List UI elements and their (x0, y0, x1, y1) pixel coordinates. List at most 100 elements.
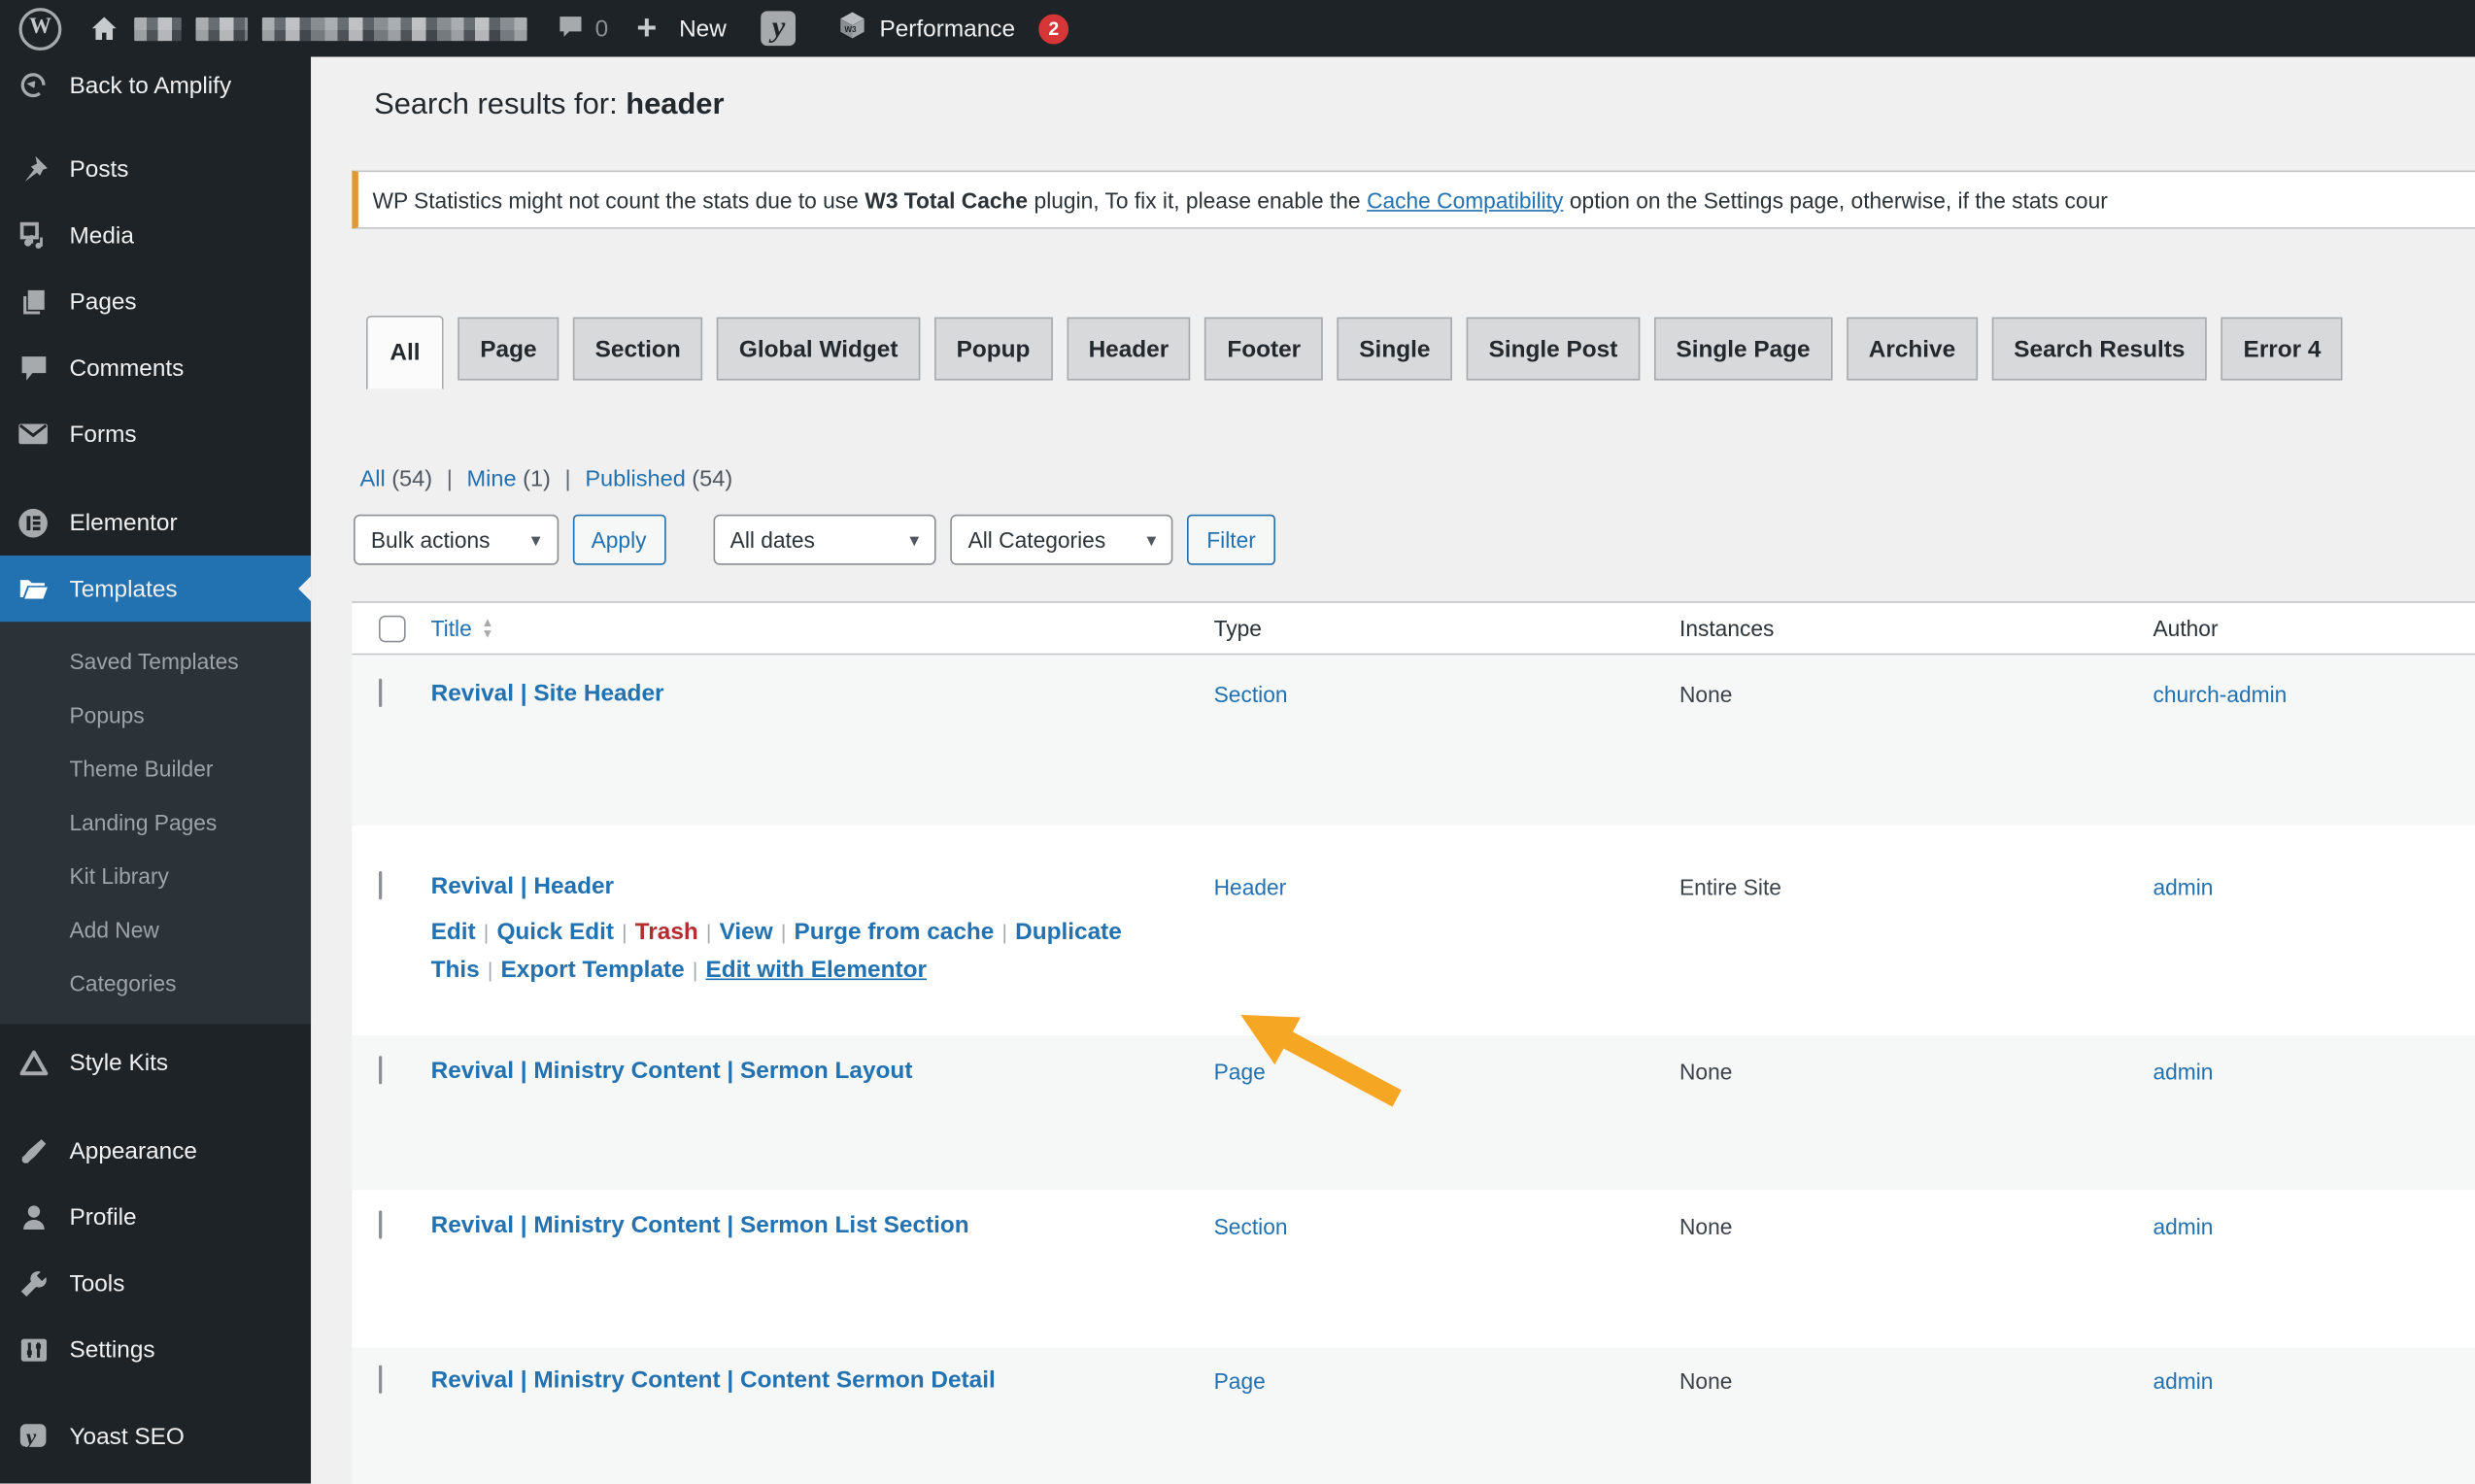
categories-select[interactable]: All Categories (950, 514, 1174, 565)
tab-single-post[interactable]: Single Post (1466, 317, 1641, 381)
select-all-checkbox[interactable] (379, 614, 406, 642)
sidebar-item-back-to-amplify[interactable]: Back to Amplify (0, 57, 311, 115)
author-link[interactable]: admin (2153, 1059, 2214, 1084)
wrench-icon (17, 1267, 50, 1299)
tab-archive[interactable]: Archive (1846, 317, 1978, 381)
column-author: Author (2153, 615, 2219, 641)
sidebar-item-appearance[interactable]: Appearance (0, 1118, 311, 1184)
author-link[interactable]: admin (2153, 874, 2214, 899)
tab-single[interactable]: Single (1337, 317, 1453, 381)
submenu-item-saved-templates[interactable]: Saved Templates (0, 634, 311, 688)
svg-text:y: y (23, 1424, 37, 1449)
action-edit-with-elementor[interactable]: Edit with Elementor (705, 957, 927, 984)
tab-section[interactable]: Section (572, 317, 703, 381)
sidebar-item-comments[interactable]: Comments (0, 335, 311, 401)
wordpress-logo-icon[interactable]: W (18, 7, 62, 51)
tab-error-404[interactable]: Error 4 (2221, 317, 2344, 381)
envelope-icon (17, 419, 50, 451)
tab-header[interactable]: Header (1066, 317, 1191, 381)
template-title-link[interactable]: Revival | Ministry Content | Content Ser… (431, 1366, 996, 1394)
action-purge-from-cache[interactable]: Purge from cache (794, 919, 994, 946)
filter-button[interactable]: Filter (1187, 514, 1275, 565)
dates-select[interactable]: All dates (712, 514, 937, 565)
performance-menu[interactable]: W3 Performance 2 (837, 10, 1069, 48)
submenu-item-landing-pages[interactable]: Landing Pages (0, 795, 311, 849)
author-link[interactable]: church-admin (2153, 682, 2288, 707)
sidebar-item-label: Elementor (69, 509, 178, 536)
column-title-sort[interactable]: Title ▲ ▼ (431, 616, 494, 641)
sidebar-item-forms[interactable]: Forms (0, 401, 311, 467)
sidebar-item-profile[interactable]: Profile (0, 1184, 311, 1250)
back-arrow-circle-icon (17, 70, 50, 102)
template-title-link[interactable]: Revival | Ministry Content | Sermon Layo… (431, 1058, 913, 1085)
template-title-link[interactable]: Revival | Header (431, 873, 614, 900)
submenu-item-theme-builder[interactable]: Theme Builder (0, 742, 311, 795)
page-title: Search results for: header (374, 88, 725, 122)
tab-page[interactable]: Page (458, 317, 559, 381)
warning-notice: WP Statistics might not count the stats … (352, 170, 2475, 229)
cache-compatibility-link[interactable]: Cache Compatibility (1367, 187, 1563, 213)
row-checkbox[interactable] (379, 871, 383, 900)
sidebar-item-media[interactable]: Media (0, 202, 311, 268)
sidebar-item-pages[interactable]: Pages (0, 268, 311, 334)
row-checkbox[interactable] (379, 1210, 383, 1239)
type-link[interactable]: Page (1214, 1368, 1266, 1394)
action-export-template[interactable]: Export Template (501, 957, 685, 984)
template-title-link[interactable]: Revival | Site Header (431, 680, 664, 707)
sidebar-item-templates[interactable]: Templates (0, 556, 312, 623)
tab-single-page[interactable]: Single Page (1653, 317, 1833, 381)
action-trash[interactable]: Trash (635, 919, 698, 946)
row-checkbox[interactable] (379, 678, 383, 707)
submenu-item-kit-library[interactable]: Kit Library (0, 849, 311, 902)
tab-search-results[interactable]: Search Results (1991, 317, 2208, 381)
sidebar-item-settings[interactable]: Settings (0, 1316, 311, 1382)
instances-value: Entire Site (1679, 874, 1781, 900)
view-published-link[interactable]: Published (585, 467, 685, 492)
bulk-actions-select[interactable]: Bulk actions (354, 514, 559, 565)
tab-global-widget[interactable]: Global Widget (717, 317, 921, 381)
elementor-icon (17, 507, 50, 539)
sidebar-item-label: Comments (69, 354, 185, 382)
view-mine-link[interactable]: Mine (467, 467, 517, 492)
sidebar-item-style-kits[interactable]: Style Kits (0, 1025, 311, 1100)
home-icon[interactable] (90, 15, 119, 43)
type-link[interactable]: Page (1214, 1059, 1266, 1084)
instances-value: None (1679, 1213, 1733, 1239)
table-row: Revival | Ministry Content | Sermon Layo… (352, 1035, 2475, 1191)
type-link[interactable]: Section (1214, 682, 1288, 707)
tab-all[interactable]: All (366, 316, 444, 390)
yoast-adminbar-icon[interactable]: y (761, 11, 797, 47)
sidebar-item-yoast-seo[interactable]: y Yoast SEO (0, 1403, 311, 1469)
admin-bar-comments[interactable]: 0 (558, 12, 608, 45)
sidebar-item-tools[interactable]: Tools (0, 1250, 311, 1316)
sidebar-item-label: Yoast SEO (69, 1422, 185, 1450)
author-link[interactable]: admin (2153, 1368, 2214, 1394)
view-all-link[interactable]: All (360, 467, 386, 492)
action-view[interactable]: View (720, 919, 773, 946)
action-quick-edit[interactable]: Quick Edit (496, 919, 614, 946)
type-link[interactable]: Section (1214, 1214, 1288, 1239)
row-checkbox[interactable] (379, 1365, 383, 1394)
sidebar-item-elementor[interactable]: Elementor (0, 489, 311, 556)
site-name-redacted[interactable] (134, 17, 527, 41)
apply-button[interactable]: Apply (572, 514, 666, 565)
row-checkbox[interactable] (379, 1056, 383, 1085)
action-edit[interactable]: Edit (431, 919, 476, 946)
sidebar-item-label: Appearance (69, 1136, 197, 1164)
sidebar-item-posts[interactable]: Posts (0, 136, 311, 202)
submenu-item-popups[interactable]: Popups (0, 689, 311, 742)
submenu-item-add-new[interactable]: Add New (0, 903, 311, 957)
row-actions: Edit | Quick Edit | Trash | View | Purge from ca… (430, 918, 1122, 984)
folder-icon (17, 573, 50, 605)
submenu-item-categories[interactable]: Categories (0, 957, 311, 1010)
new-button[interactable]: New (636, 11, 727, 46)
instances-value: None (1679, 1059, 1733, 1085)
main-content: Search results for: header WP Statistics… (311, 56, 2475, 1484)
admin-bar: W 0 New y W3 Performance 2 (0, 0, 2475, 57)
tab-popup[interactable]: Popup (933, 317, 1053, 381)
yoast-icon: y (17, 1421, 50, 1453)
type-link[interactable]: Header (1214, 874, 1287, 899)
author-link[interactable]: admin (2153, 1214, 2214, 1239)
tab-footer[interactable]: Footer (1204, 317, 1323, 381)
template-title-link[interactable]: Revival | Ministry Content | Sermon List… (431, 1212, 969, 1239)
